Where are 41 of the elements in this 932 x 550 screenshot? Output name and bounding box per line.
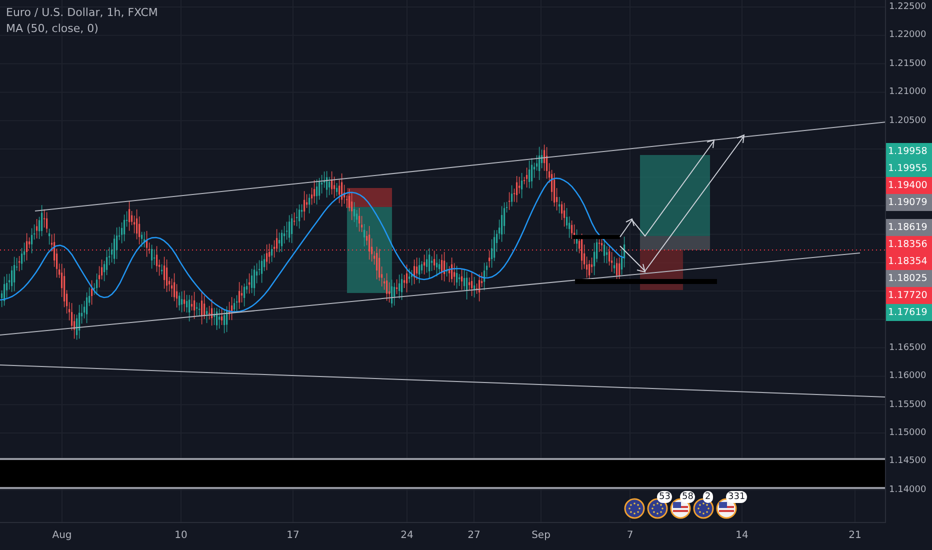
indicator-label: MA (50, close, 0) bbox=[6, 22, 100, 35]
event-count-badge: 2 bbox=[703, 491, 713, 503]
time-label: 7 bbox=[626, 530, 634, 541]
time-label: 17 bbox=[286, 530, 300, 541]
entry-zone bbox=[640, 236, 710, 250]
time-label: 24 bbox=[400, 530, 414, 541]
event-count-badge: 53 bbox=[657, 491, 672, 503]
price-label: 1.19955 bbox=[886, 160, 932, 177]
time-label: 10 bbox=[174, 530, 188, 541]
price-label: 1.17720 bbox=[886, 286, 932, 304]
price-label: 1.18619 bbox=[886, 218, 932, 236]
event-count-badge: 331 bbox=[726, 491, 748, 503]
price-tick-label: 1.21500 bbox=[889, 58, 926, 69]
time-label: Sep bbox=[532, 530, 550, 541]
event-count-badge: 58 bbox=[680, 491, 696, 503]
time-label: 27 bbox=[468, 530, 480, 541]
price-tick-label: 1.15000 bbox=[889, 428, 926, 438]
eu-flag-icon[interactable] bbox=[693, 498, 714, 519]
price-tick-label: 1.20500 bbox=[889, 116, 926, 126]
time-label: 21 bbox=[848, 530, 862, 541]
symbol-title: Euro / U.S. Dollar, 1h, FXCM bbox=[6, 6, 158, 19]
price-tick-label: 1.16500 bbox=[889, 342, 926, 353]
eu-flag-icon[interactable] bbox=[624, 498, 645, 519]
price-tick-label: 1.22500 bbox=[889, 2, 926, 12]
price-label: 1.18025 bbox=[886, 270, 932, 287]
time-label: Aug bbox=[52, 530, 72, 541]
time-label: 14 bbox=[736, 530, 748, 541]
price-tick-label: 1.21000 bbox=[889, 87, 926, 98]
short-position-loss-zone bbox=[347, 188, 392, 207]
price-label: 1.17619 bbox=[886, 304, 932, 321]
price-label: 1.18354 bbox=[886, 252, 932, 270]
price-tick-label: 1.14500 bbox=[889, 456, 926, 466]
price-tick-label: 1.22000 bbox=[889, 30, 926, 40]
price-tick-label: 1.15500 bbox=[889, 400, 926, 410]
price-tick-label: 1.14000 bbox=[889, 484, 926, 495]
price-label: 1.19958 bbox=[886, 142, 932, 160]
price-label: 1.18356 bbox=[886, 236, 932, 253]
support-bar bbox=[572, 235, 620, 239]
price-label: 1.19400 bbox=[886, 176, 932, 194]
price-label: 1.19079 bbox=[886, 194, 932, 211]
price-tick-label: 1.16000 bbox=[889, 371, 926, 382]
